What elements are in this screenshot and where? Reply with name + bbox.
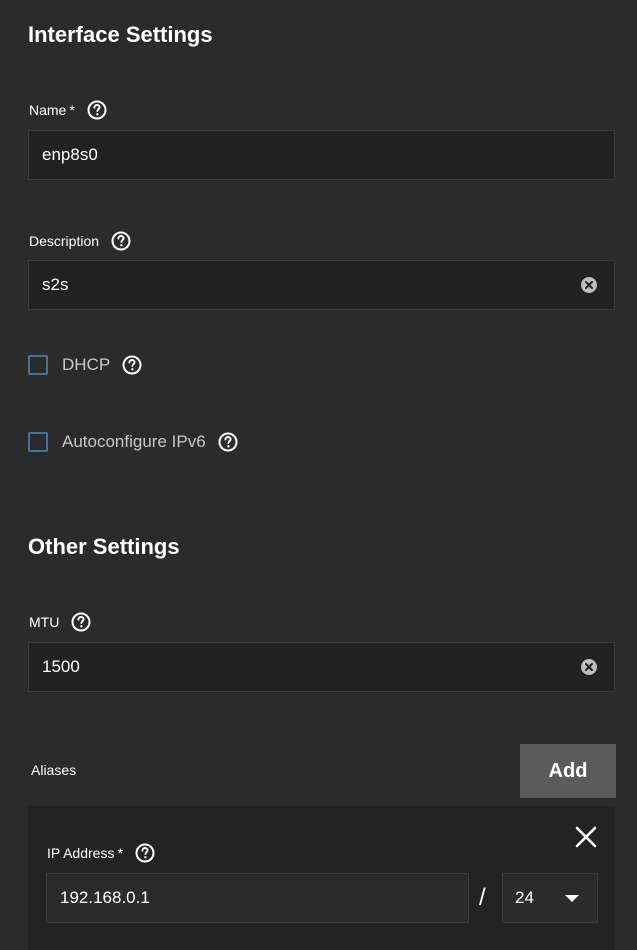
- ip-address-label-text: IP Address: [47, 845, 115, 861]
- ip-address-input[interactable]: [60, 888, 455, 908]
- caret-down-icon: [565, 894, 579, 902]
- help-icon[interactable]: [135, 843, 155, 863]
- netmask-select[interactable]: 24: [502, 873, 598, 923]
- dhcp-label: DHCP: [62, 355, 111, 374]
- mtu-input[interactable]: [42, 657, 580, 677]
- name-field[interactable]: [28, 130, 615, 180]
- close-icon[interactable]: [574, 825, 598, 849]
- dhcp-row: DHCP: [28, 353, 142, 377]
- mtu-label: MTU: [29, 611, 91, 633]
- required-mark: *: [69, 102, 75, 118]
- network-interface-form: Interface Settings Name * Description DH…: [0, 0, 637, 950]
- description-label: Description: [29, 230, 131, 252]
- aliases-label: Aliases: [31, 762, 77, 778]
- required-mark: *: [117, 845, 123, 861]
- help-icon[interactable]: [122, 355, 142, 375]
- clear-icon[interactable]: [580, 276, 598, 294]
- autoconfigure-ipv6-label: Autoconfigure IPv6: [62, 432, 206, 451]
- dhcp-checkbox[interactable]: [28, 355, 48, 375]
- autoconfigure-ipv6-checkbox[interactable]: [28, 432, 48, 452]
- description-input[interactable]: [42, 275, 580, 295]
- other-settings-title: Other Settings: [28, 534, 180, 559]
- name-label-text: Name: [29, 102, 67, 118]
- name-label: Name *: [29, 99, 107, 121]
- description-field[interactable]: [28, 260, 615, 310]
- description-label-text: Description: [29, 233, 100, 249]
- mtu-label-text: MTU: [29, 614, 60, 630]
- add-alias-button[interactable]: Add: [520, 744, 616, 798]
- autoconfigure-ipv6-row: Autoconfigure IPv6: [28, 430, 238, 454]
- help-icon[interactable]: [71, 612, 91, 632]
- help-icon[interactable]: [218, 432, 238, 452]
- help-icon[interactable]: [111, 231, 131, 251]
- netmask-separator: /: [479, 884, 486, 911]
- help-icon[interactable]: [87, 100, 107, 120]
- mtu-field[interactable]: [28, 642, 615, 692]
- name-input[interactable]: [42, 145, 601, 165]
- ip-address-label: IP Address *: [47, 842, 155, 864]
- ip-address-field[interactable]: [46, 873, 469, 923]
- interface-settings-title: Interface Settings: [28, 22, 213, 47]
- netmask-value: 24: [515, 888, 534, 907]
- clear-icon[interactable]: [580, 658, 598, 676]
